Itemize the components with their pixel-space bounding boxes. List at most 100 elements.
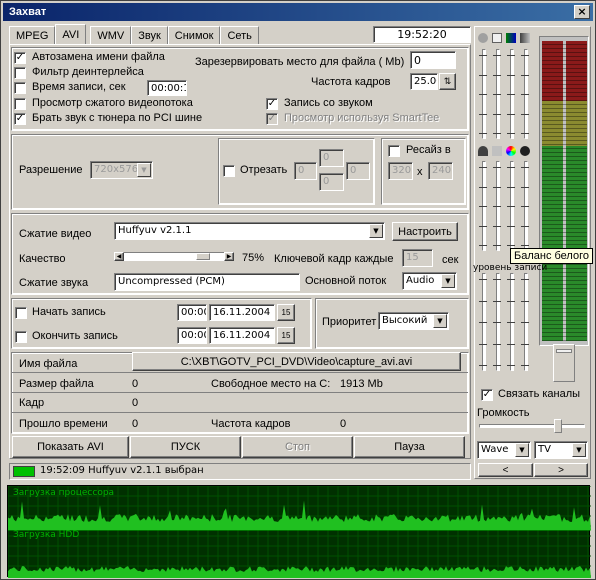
slider-tick xyxy=(521,301,529,302)
crop-checkbox[interactable] xyxy=(223,165,235,177)
framerate-input[interactable]: 25.00 xyxy=(410,73,438,90)
frame-value: 0 xyxy=(132,397,139,409)
tuner-audio-checkbox[interactable]: ✓ xyxy=(14,113,26,125)
tab-sound[interactable]: Звук xyxy=(131,26,168,44)
stop-time-input[interactable]: 00:00 xyxy=(177,327,207,344)
cpu-graph-label: Загрузка процессора xyxy=(13,488,115,498)
slider-tick xyxy=(521,226,529,227)
crop-right-input[interactable]: 0 xyxy=(346,162,370,180)
divider xyxy=(12,392,468,393)
source1-select[interactable]: Wave ▼ xyxy=(477,441,531,459)
clock-display: 19:52:20 xyxy=(373,26,471,43)
quality-right-arrow-icon[interactable]: ▶ xyxy=(224,252,234,261)
dropdown-arrow-icon[interactable]: ▼ xyxy=(433,314,447,328)
slider-tick xyxy=(521,279,529,280)
record-audio-checkbox[interactable]: ✓ xyxy=(266,98,278,110)
slider-tick xyxy=(479,226,487,227)
slider-tick xyxy=(521,114,529,115)
resize-checkbox[interactable] xyxy=(388,145,400,157)
dropdown-arrow-icon[interactable]: ▼ xyxy=(137,163,151,177)
quality-left-arrow-icon[interactable]: ◀ xyxy=(114,252,124,261)
show-avi-button[interactable]: Показать AVI xyxy=(12,436,129,458)
start-record-label: Начать запись xyxy=(32,306,106,318)
sharpness-icon xyxy=(492,146,502,156)
divider xyxy=(12,412,468,413)
tab-snapshot[interactable]: Снимок xyxy=(167,26,221,44)
slider-tick xyxy=(493,365,501,366)
keyframe-input[interactable]: 15 xyxy=(402,249,433,267)
quality-value: 75% xyxy=(242,252,265,264)
slider-tick xyxy=(507,167,515,168)
smarttee-label: Просмотр используя SmartTee xyxy=(284,112,440,124)
level-meter-grid xyxy=(542,41,587,341)
main-stream-value: Audio xyxy=(406,275,435,286)
stop-button[interactable]: Стоп xyxy=(242,436,353,458)
rec-time-input[interactable]: 00:00:10 xyxy=(147,80,187,96)
volume-slider-thumb[interactable] xyxy=(554,419,562,433)
smarttee-checkbox[interactable]: ✓ xyxy=(266,113,278,125)
slider-tick xyxy=(507,226,515,227)
start-button[interactable]: ПУСК xyxy=(130,436,241,458)
configure-button[interactable]: Настроить xyxy=(392,222,458,241)
title-bar: Захват × xyxy=(3,3,593,21)
framerate-spin-button[interactable]: ⇅ xyxy=(439,73,456,90)
audio-codec-field[interactable]: Uncompressed (PCM) xyxy=(114,273,300,291)
record-audio-label: Запись со звуком xyxy=(284,97,373,109)
dropdown-arrow-icon[interactable]: ▼ xyxy=(572,443,586,457)
slider-tick xyxy=(521,187,529,188)
link-channels-label: Связать каналы xyxy=(498,388,581,400)
start-time-input[interactable]: 00:00 xyxy=(177,304,207,321)
pause-button[interactable]: Пауза xyxy=(354,436,465,458)
resize-width-input[interactable]: 320 xyxy=(388,162,413,180)
hdd-trace xyxy=(8,566,591,578)
dropdown-arrow-icon[interactable]: ▼ xyxy=(369,224,383,238)
free-space-value: 1913 Mb xyxy=(340,378,383,390)
deinterlace-checkbox[interactable] xyxy=(14,67,26,79)
slider-tick xyxy=(479,322,487,323)
prev-button[interactable]: < xyxy=(478,463,533,477)
resolution-select[interactable]: 720x576 ▼ xyxy=(90,161,153,179)
reserve-input[interactable]: 0 xyxy=(410,51,456,69)
next-button[interactable]: > xyxy=(534,463,588,477)
slider-tick xyxy=(479,94,487,95)
dropdown-arrow-icon[interactable]: ▼ xyxy=(515,443,529,457)
tab-avi[interactable]: AVI xyxy=(55,24,87,44)
quality-slider-thumb[interactable] xyxy=(196,253,210,260)
filename-button[interactable]: C:\XBT\GOTV_PCI_DVD\Video\capture_avi.av… xyxy=(132,352,461,371)
quality-slider-track[interactable] xyxy=(114,252,234,261)
close-button[interactable]: × xyxy=(574,5,590,19)
load-graphs: Загрузка процессора Загрузка HDD xyxy=(7,485,591,578)
auto-rename-checkbox[interactable]: ✓ xyxy=(14,52,26,64)
resize-height-input[interactable]: 240 xyxy=(428,162,453,180)
source2-select[interactable]: TV ▼ xyxy=(534,441,588,459)
stop-calendar-icon[interactable]: 15 xyxy=(277,327,295,344)
slider-tick xyxy=(521,167,529,168)
preview-compressed-checkbox[interactable] xyxy=(14,98,26,110)
stop-record-checkbox[interactable] xyxy=(15,331,27,343)
color-icon xyxy=(506,33,516,43)
rec-time-checkbox[interactable] xyxy=(14,82,26,94)
slider-tick xyxy=(521,75,529,76)
crop-bottom-input[interactable]: 0 xyxy=(319,173,344,191)
tab-network[interactable]: Сеть xyxy=(220,26,259,44)
main-stream-select[interactable]: Audio ▼ xyxy=(402,272,457,290)
crop-top-input[interactable]: 0 xyxy=(319,149,344,167)
file-size-value: 0 xyxy=(132,378,139,390)
video-codec-select[interactable]: Huffyuv v2.1.1 ▼ xyxy=(114,222,385,240)
tab-wmv[interactable]: WMV xyxy=(90,26,132,44)
volume-slider-track[interactable] xyxy=(479,424,585,428)
start-date-input[interactable]: 16.11.2004 xyxy=(209,304,275,321)
start-calendar-icon[interactable]: 15 xyxy=(277,304,295,321)
start-record-checkbox[interactable] xyxy=(15,307,27,319)
stop-date-input[interactable]: 16.11.2004 xyxy=(209,327,275,344)
crop-left-input[interactable]: 0 xyxy=(294,162,317,180)
slider-tick xyxy=(493,187,501,188)
tab-mpeg[interactable]: MPEG xyxy=(9,26,56,44)
brightness-icon xyxy=(492,33,502,43)
link-channels-checkbox[interactable]: ✓ xyxy=(481,389,493,401)
status-indicator-icon xyxy=(13,466,35,477)
dropdown-arrow-icon[interactable]: ▼ xyxy=(441,274,455,288)
priority-select[interactable]: Высокий ▼ xyxy=(378,312,449,330)
slider-tick xyxy=(479,365,487,366)
status-text: 19:52:09 Huffyuv v2.1.1 выбран xyxy=(40,465,204,476)
